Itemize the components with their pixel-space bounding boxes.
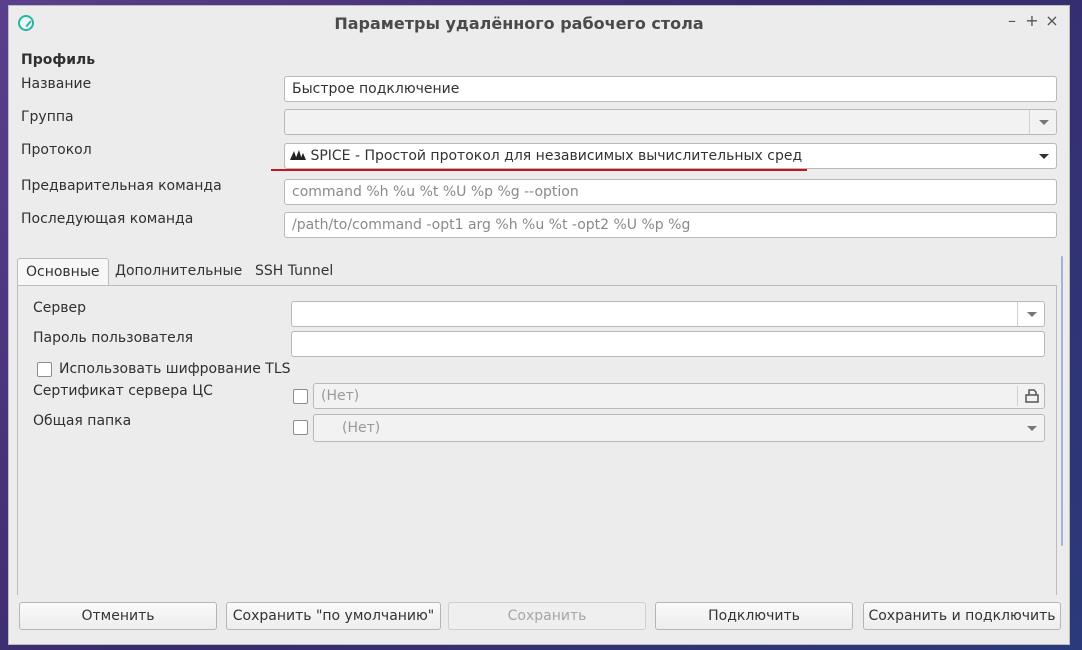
protocol-value: SPICE - Простой протокол для независимых… [310, 148, 803, 164]
shared-folder-checkbox[interactable] [293, 420, 308, 435]
chevron-down-icon [1029, 110, 1056, 134]
title-bar[interactable]: Параметры удалённого рабочего стола – + … [9, 6, 1069, 39]
password-input[interactable] [291, 331, 1045, 357]
tls-checkbox[interactable] [37, 362, 52, 377]
save-button[interactable]: Сохранить [448, 602, 646, 630]
profile-section-label: Профиль [21, 52, 96, 68]
group-combo[interactable] [284, 109, 1057, 135]
cancel-button[interactable]: Отменить [19, 602, 217, 630]
chevron-down-icon [1018, 416, 1044, 440]
file-open-icon [1025, 389, 1039, 403]
window-title: Параметры удалённого рабочего стола [334, 14, 704, 33]
remote-desktop-settings-window: Параметры удалённого рабочего стола – + … [8, 5, 1070, 645]
group-label: Группа [21, 109, 74, 125]
post-command-label: Последующая команда [21, 211, 194, 227]
minimize-icon[interactable]: – [1003, 12, 1021, 30]
maximize-icon[interactable]: + [1023, 12, 1041, 30]
save-default-button[interactable]: Сохранить "по умолчанию" [226, 602, 441, 630]
ca-cert-label: Сертификат сервера ЦС [33, 383, 213, 399]
name-input[interactable]: Быстрое подключение [284, 76, 1057, 102]
password-label: Пароль пользователя [33, 330, 194, 346]
protocol-label: Протокол [21, 142, 92, 158]
server-label: Сервер [33, 300, 87, 316]
save-connect-button[interactable]: Сохранить и подключить [863, 602, 1061, 630]
shared-folder-combo[interactable]: (Нет) [313, 414, 1045, 442]
pre-command-label: Предварительная команда [21, 178, 222, 194]
spice-icon [290, 150, 306, 160]
ca-cert-value: (Нет) [321, 388, 360, 404]
tab-advanced[interactable]: Дополнительные [107, 258, 250, 285]
server-combo[interactable] [291, 301, 1045, 327]
post-command-input[interactable]: /path/to/command -opt1 arg %h %u %t -opt… [284, 212, 1057, 238]
close-icon[interactable]: × [1043, 12, 1061, 30]
ca-cert-file-chooser[interactable]: (Нет) [313, 383, 1045, 409]
connect-button[interactable]: Подключить [655, 602, 853, 630]
shared-folder-value: (Нет) [342, 420, 381, 436]
chevron-down-icon [1017, 302, 1044, 326]
pre-command-input[interactable]: command %h %u %t %U %p %g --option [284, 179, 1057, 205]
ca-cert-checkbox[interactable] [293, 389, 308, 404]
panel-scrollbar[interactable] [1061, 256, 1063, 546]
name-label: Название [21, 76, 92, 92]
tab-ssh-tunnel[interactable]: SSH Tunnel [247, 258, 341, 285]
file-chooser-divider [1017, 386, 1018, 406]
protocol-combo[interactable]: SPICE - Простой протокол для независимых… [284, 143, 1057, 169]
annotation-underline [271, 169, 807, 171]
chevron-down-icon [1030, 144, 1056, 168]
shared-folder-label: Общая папка [33, 413, 132, 429]
tls-label: Использовать шифрование TLS [59, 361, 291, 377]
tab-basic[interactable]: Основные [17, 258, 109, 286]
